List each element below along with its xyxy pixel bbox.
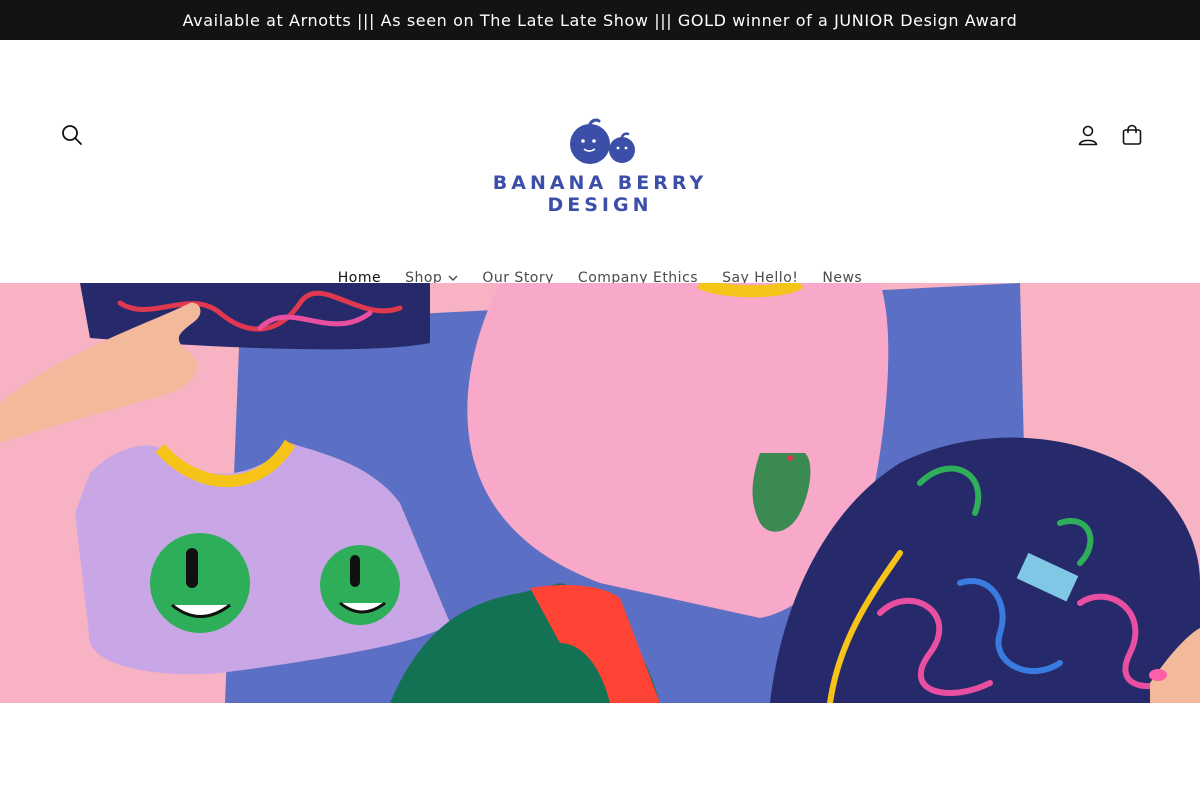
search-button[interactable] — [50, 113, 94, 157]
brand-logo[interactable]: BANANA BERRY DESIGN — [486, 118, 714, 228]
below-hero-section — [0, 703, 1200, 800]
berry-faces-icon — [570, 118, 635, 164]
chevron-down-icon — [448, 275, 458, 281]
hero-banner — [0, 283, 1200, 703]
announcement-text: Available at Arnotts ||| As seen on The … — [182, 10, 1018, 30]
logo-text-line1: BANANA BERRY — [492, 172, 708, 194]
logo-text-line2: DESIGN — [547, 194, 653, 216]
site-header: BANANA BERRY DESIGN Home Shop Our Story … — [0, 40, 1200, 286]
hero-image — [0, 283, 1200, 703]
cart-button[interactable] — [1110, 113, 1154, 157]
announcement-bar: Available at Arnotts ||| As seen on The … — [0, 0, 1200, 40]
search-icon — [62, 125, 82, 145]
bag-icon — [1122, 124, 1142, 145]
account-button[interactable] — [1066, 113, 1110, 157]
user-icon — [1078, 125, 1098, 146]
